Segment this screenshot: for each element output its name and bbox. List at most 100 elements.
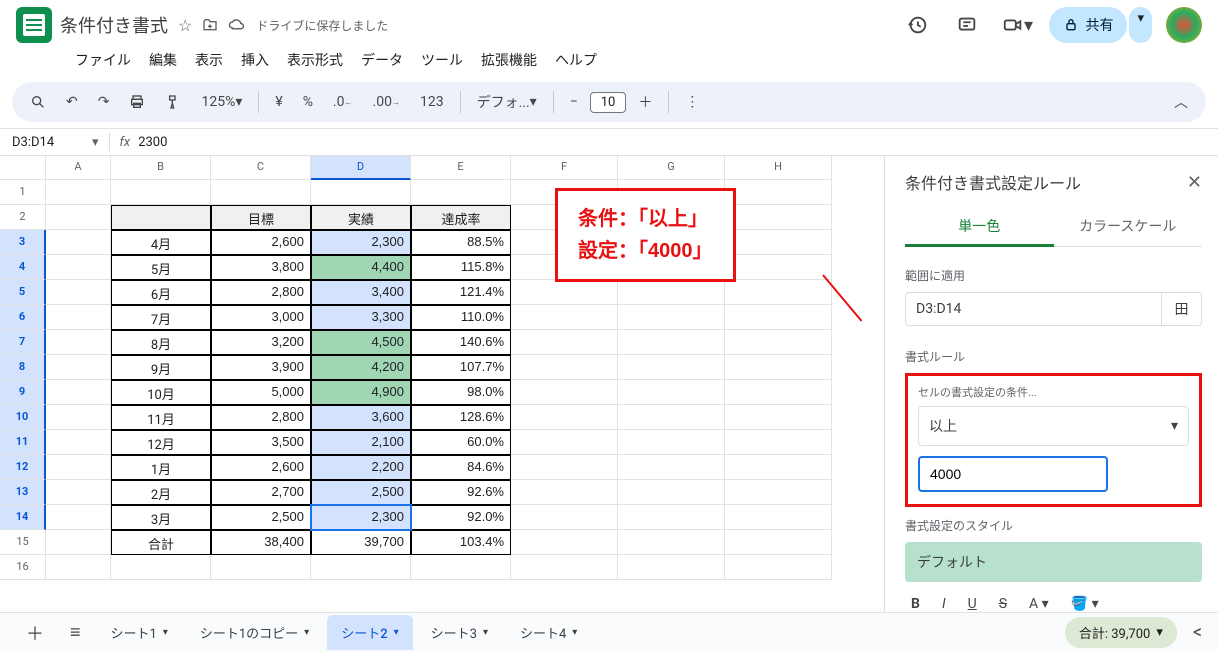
cell[interactable] (725, 430, 832, 455)
percent-button[interactable]: % (295, 88, 321, 116)
cell[interactable] (111, 555, 211, 580)
cell[interactable] (511, 530, 618, 555)
cell[interactable]: 107.7% (411, 355, 511, 380)
cell[interactable]: 39,700 (311, 530, 411, 555)
font-select[interactable]: デフォ... ▾ (469, 86, 545, 118)
cell[interactable] (111, 180, 211, 205)
close-icon[interactable]: ✕ (1187, 172, 1202, 193)
column-header[interactable]: D (311, 156, 411, 180)
cell[interactable] (725, 405, 832, 430)
fontsize-decrease-button[interactable]: − (562, 88, 586, 116)
cell[interactable]: 2,600 (211, 230, 311, 255)
cell[interactable] (725, 180, 832, 205)
row-header[interactable]: 3 (0, 230, 46, 255)
formula-value[interactable]: 2300 (138, 135, 167, 150)
all-sheets-button[interactable]: ≡ (60, 616, 91, 649)
cell[interactable]: 2,500 (211, 505, 311, 530)
cloud-saved-icon[interactable] (228, 16, 246, 34)
paint-format-icon[interactable] (157, 88, 189, 116)
cell[interactable] (311, 180, 411, 205)
cell[interactable] (46, 330, 111, 355)
cell[interactable] (725, 230, 832, 255)
cell[interactable] (725, 505, 832, 530)
redo-icon[interactable]: ↷ (90, 88, 118, 116)
undo-icon[interactable]: ↶ (58, 88, 86, 116)
cell[interactable] (46, 430, 111, 455)
cell[interactable]: 60.0% (411, 430, 511, 455)
explore-icon[interactable]: < (1193, 622, 1202, 643)
cell[interactable] (725, 255, 832, 280)
cell[interactable]: 1月 (111, 455, 211, 480)
cell[interactable] (211, 180, 311, 205)
row-header[interactable]: 6 (0, 305, 46, 330)
row-header[interactable]: 2 (0, 205, 46, 230)
cell[interactable]: 2,500 (311, 480, 411, 505)
cell[interactable]: 84.6% (411, 455, 511, 480)
tab-single-color[interactable]: 単一色 (905, 208, 1054, 247)
menu-file[interactable]: ファイル (68, 46, 138, 74)
cell[interactable]: 11月 (111, 405, 211, 430)
cell[interactable]: 2,300 (311, 230, 411, 255)
comment-icon[interactable] (949, 7, 985, 43)
decrease-decimal-button[interactable]: .0← (325, 88, 361, 116)
cell[interactable] (618, 380, 725, 405)
number-format-button[interactable]: 123 (412, 88, 452, 116)
range-grid-icon[interactable]: 田 (1162, 292, 1202, 326)
cell[interactable]: 121.4% (411, 280, 511, 305)
strike-button[interactable]: S (995, 594, 1011, 614)
cell[interactable] (511, 305, 618, 330)
cell[interactable] (618, 505, 725, 530)
cell[interactable] (46, 205, 111, 230)
cell[interactable] (725, 455, 832, 480)
cell[interactable] (618, 305, 725, 330)
cell[interactable]: 実績 (311, 205, 411, 230)
cell[interactable] (511, 405, 618, 430)
style-preview[interactable]: デフォルト (905, 542, 1202, 582)
cell[interactable]: 3,500 (211, 430, 311, 455)
sheet-tab[interactable]: シート1のコピー▾ (186, 615, 323, 650)
quick-sum-badge[interactable]: 合計: 39,700 ▾ (1065, 617, 1177, 648)
menu-view[interactable]: 表示 (188, 46, 230, 74)
cell[interactable]: 2,800 (211, 280, 311, 305)
menu-data[interactable]: データ (354, 46, 410, 74)
cell[interactable] (46, 230, 111, 255)
select-all-corner[interactable] (0, 156, 46, 180)
name-box[interactable]: D3:D14 (12, 135, 92, 150)
row-header[interactable]: 16 (0, 555, 46, 580)
cell[interactable]: 92.6% (411, 480, 511, 505)
cell[interactable] (46, 305, 111, 330)
cell[interactable] (725, 530, 832, 555)
spreadsheet-grid[interactable]: ABCDEFGH 12345678910111213141516 目標実績達成率… (0, 156, 885, 649)
more-toolbar-icon[interactable]: ⋮ (677, 88, 707, 116)
fontsize-increase-button[interactable]: ＋ (630, 86, 660, 118)
cell[interactable]: 3,800 (211, 255, 311, 280)
row-header[interactable]: 7 (0, 330, 46, 355)
cell[interactable]: 3,300 (311, 305, 411, 330)
cell[interactable] (46, 180, 111, 205)
cell[interactable]: 2月 (111, 480, 211, 505)
cell[interactable] (46, 380, 111, 405)
cell[interactable] (46, 480, 111, 505)
print-icon[interactable] (121, 88, 153, 116)
cell[interactable]: 合計 (111, 530, 211, 555)
fontsize-input[interactable]: 10 (590, 92, 627, 113)
cell[interactable] (725, 305, 832, 330)
cell[interactable] (411, 180, 511, 205)
cell[interactable]: 10月 (111, 380, 211, 405)
cell[interactable] (511, 330, 618, 355)
cell[interactable] (211, 555, 311, 580)
menu-tools[interactable]: ツール (414, 46, 470, 74)
move-icon[interactable] (202, 17, 218, 33)
add-sheet-button[interactable]: ＋ (16, 614, 54, 652)
cell[interactable]: 9月 (111, 355, 211, 380)
cell[interactable] (111, 205, 211, 230)
cell[interactable] (46, 505, 111, 530)
cell[interactable] (46, 280, 111, 305)
share-button[interactable]: 共有 (1049, 7, 1127, 43)
name-box-dropdown-icon[interactable]: ▾ (92, 135, 99, 150)
cell[interactable]: 103.4% (411, 530, 511, 555)
cell[interactable]: 140.6% (411, 330, 511, 355)
cell[interactable]: 88.5% (411, 230, 511, 255)
column-header[interactable]: B (111, 156, 211, 180)
row-header[interactable]: 10 (0, 405, 46, 430)
